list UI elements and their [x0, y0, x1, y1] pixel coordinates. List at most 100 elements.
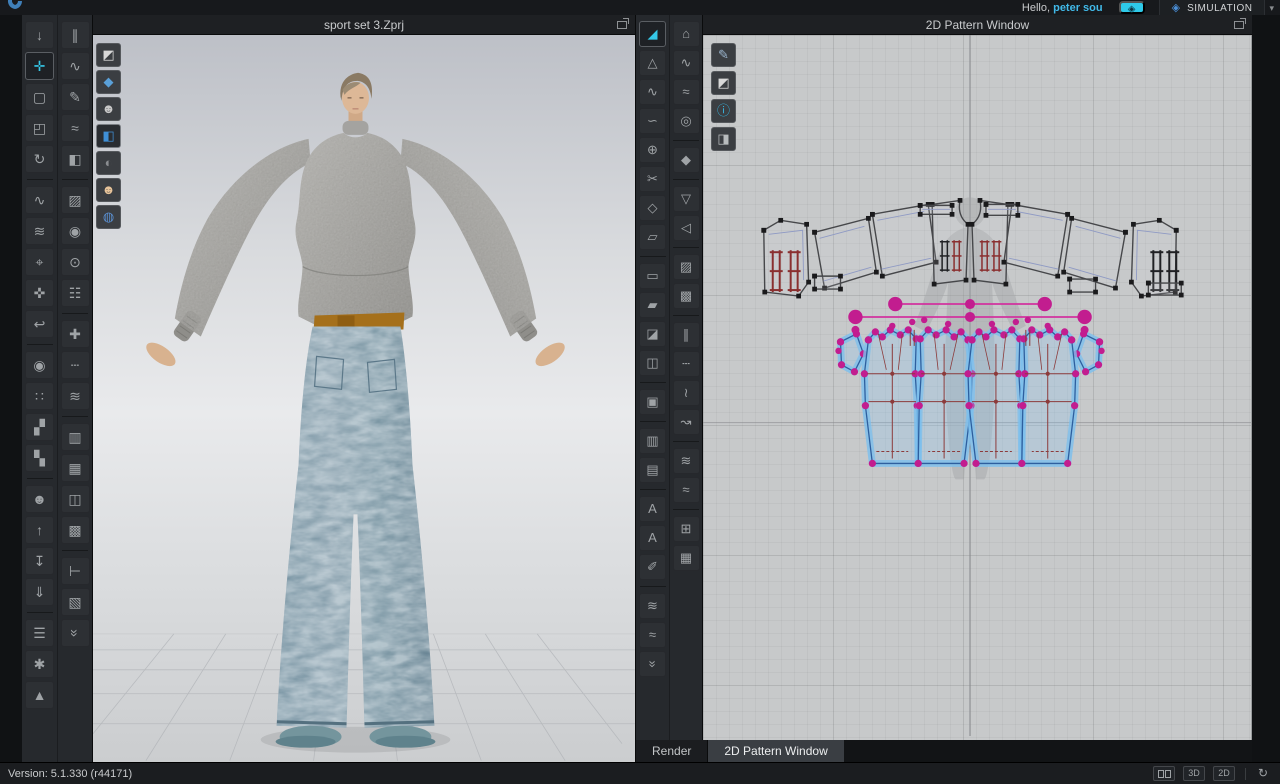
tool-more-tools-left[interactable]: »	[61, 619, 90, 647]
pattern-canvas[interactable]: ✎ ◩ ⓘ ◨	[703, 35, 1252, 740]
tool-seam-allowance[interactable]: ▥	[639, 428, 666, 454]
tool-sewing-curve[interactable]: ↝	[673, 409, 700, 435]
popout-icon-3d[interactable]	[617, 21, 627, 29]
tool-clone-layer[interactable]: ▣	[639, 389, 666, 415]
tool-fold-arrangement[interactable]: ↩	[25, 310, 54, 338]
tool-detail-sewing[interactable]: ◎	[673, 108, 700, 134]
toggle-show-garment[interactable]: ◩	[96, 43, 121, 67]
tool-solidify[interactable]: ☰	[25, 619, 54, 647]
tool-shirring[interactable]: ≈	[673, 477, 700, 503]
closet-connect-button[interactable]: ◈	[1119, 1, 1145, 14]
tool-add-point[interactable]: ⊕	[639, 137, 666, 163]
toggle-show-silhouette-2d[interactable]: ◩	[711, 71, 736, 95]
tool-tape-measure[interactable]: ▤	[639, 457, 666, 483]
tool-wear-garment[interactable]: ⇓	[25, 578, 54, 606]
tool-garment-down[interactable]: ↧	[25, 547, 54, 575]
toggle-show-pattern-info[interactable]: ⓘ	[711, 99, 736, 123]
tab-render[interactable]: Render	[636, 740, 708, 762]
tool-edit-stitch[interactable]: ≋	[25, 217, 54, 245]
tool-simulate-gravity[interactable]: ↓	[25, 21, 54, 49]
tool-sewing-3d[interactable]: ∿	[61, 52, 90, 80]
tool-pose-walk[interactable]: ∥	[61, 21, 90, 49]
tool-grainline[interactable]: ◉	[25, 351, 54, 379]
tool-garment-tape[interactable]: ◁	[673, 215, 700, 241]
tool-transform-pattern[interactable]: ◢	[639, 21, 666, 47]
tool-stitch-3d[interactable]: ≈	[61, 114, 90, 142]
tool-buttonhole[interactable]: ⊙	[61, 248, 90, 276]
toggle-show-environment[interactable]: ◍	[96, 205, 121, 229]
tool-add-patch[interactable]: ⊞	[673, 516, 700, 542]
tool-polygon[interactable]: ◇	[639, 195, 666, 221]
tool-tack-tape[interactable]: ▨	[61, 186, 90, 214]
tool-arrangement-points[interactable]: ∷	[25, 382, 54, 410]
refresh-button[interactable]: ↻	[1254, 766, 1272, 781]
tool-pattern-text[interactable]: A	[639, 496, 666, 522]
tool-select-move[interactable]: ✛	[25, 52, 54, 80]
tool-trim[interactable]: ✚	[61, 320, 90, 348]
tool-texture-edit[interactable]: ◫	[61, 485, 90, 513]
toggle-show-avatar-skin[interactable]: ☻	[96, 178, 121, 202]
tool-select-rectangle[interactable]: ▢	[25, 83, 54, 111]
tool-wave-stitch[interactable]: ≀	[673, 380, 700, 406]
tool-rectangle-pattern[interactable]: ▭	[639, 263, 666, 289]
toggle-monochrome-surface[interactable]: ◐	[96, 151, 121, 175]
tool-zipper[interactable]: ☷	[61, 279, 90, 307]
avatar-3d[interactable]	[93, 35, 635, 748]
tool-shape-pattern[interactable]: ▰	[639, 292, 666, 318]
tool-pleat-fold[interactable]: ≈	[639, 622, 666, 648]
tool-cut-pattern[interactable]: ✂	[639, 166, 666, 192]
tool-elastic[interactable]: ≋	[673, 448, 700, 474]
tool-pin[interactable]: ⌖	[25, 248, 54, 276]
view-2d-button[interactable]: 2D	[1213, 766, 1235, 781]
popout-icon-2d[interactable]	[1234, 21, 1244, 29]
tool-freeze[interactable]: ✱	[25, 650, 54, 678]
tool-edit-curvature[interactable]: ∿	[639, 79, 666, 105]
tool-free-sewing[interactable]: ∿	[673, 50, 700, 76]
tool-flatten-garment[interactable]: ◧	[61, 145, 90, 173]
tool-strengthen[interactable]: ▲	[25, 681, 54, 709]
tool-segment-sewing[interactable]: ⌂	[673, 21, 700, 47]
tool-fit-map[interactable]: ▧	[61, 588, 90, 616]
tool-arrangement-rotate[interactable]: ↻	[25, 145, 54, 173]
tool-topstitch-3d[interactable]: ┄	[61, 351, 90, 379]
tool-button[interactable]: ◉	[61, 217, 90, 245]
tool-pen-3d[interactable]: ✎	[61, 83, 90, 111]
view-3d-button[interactable]: 3D	[1183, 766, 1205, 781]
tool-grading[interactable]: ✐	[639, 554, 666, 580]
toggle-show-avatar[interactable]: ☻	[96, 97, 121, 121]
tool-edit-curve-point[interactable]: ∽	[639, 108, 666, 134]
toggle-show-pins-2d[interactable]: ✎	[711, 43, 736, 67]
tool-remove-dart[interactable]: ◫	[639, 350, 666, 376]
tool-symmetry-garment[interactable]: ▚	[25, 444, 54, 472]
tool-measure-avatar[interactable]: ⊢	[61, 557, 90, 585]
tool-check-pattern-b[interactable]: ▩	[673, 283, 700, 309]
tool-edit-sewing[interactable]: ∿	[25, 186, 54, 214]
toggle-show-fabric-2d[interactable]: ◨	[711, 127, 736, 151]
tool-mn-sewing[interactable]: ≈	[673, 79, 700, 105]
tool-garment-up[interactable]: ↑	[25, 516, 54, 544]
tab-2d-pattern-window[interactable]: 2D Pattern Window	[708, 740, 843, 762]
simulation-dropdown-caret[interactable]: ▾	[1265, 3, 1280, 15]
tool-basting[interactable]: ┄	[673, 351, 700, 377]
tool-layer-pair[interactable]: ▞	[25, 413, 54, 441]
simulation-button[interactable]: ◈ SIMULATION	[1159, 0, 1266, 15]
tool-smocking[interactable]: ▦	[673, 545, 700, 571]
tool-steam-iron[interactable]: ◆	[673, 147, 700, 173]
tool-fabric-roll-a[interactable]: ▥	[61, 423, 90, 451]
tool-trace-pattern[interactable]: ▱	[639, 224, 666, 250]
tool-garment-fit[interactable]: ▽	[673, 186, 700, 212]
tool-pleats[interactable]: ≋	[639, 593, 666, 619]
tool-select-box[interactable]: ◰	[25, 114, 54, 142]
viewport-3d[interactable]: ◩ ◆ ☻ ◧ ◐ ☻ ◍	[93, 35, 635, 762]
tool-edit-pattern[interactable]: △	[639, 50, 666, 76]
tool-fabric-swatch[interactable]: ▩	[61, 516, 90, 544]
tool-avatar-display[interactable]: ☻	[25, 485, 54, 513]
split-view-button[interactable]	[1153, 766, 1175, 781]
tool-dart[interactable]: ◪	[639, 321, 666, 347]
tool-fabric-roll-b[interactable]: ▦	[61, 454, 90, 482]
username[interactable]: peter sou	[1053, 2, 1103, 14]
tool-more-tools-mid[interactable]: »	[639, 651, 666, 677]
toggle-show-pins[interactable]: ◆	[96, 70, 121, 94]
toggle-textured-surface[interactable]: ◧	[96, 124, 121, 148]
tool-check-pattern-a[interactable]: ▨	[673, 254, 700, 280]
